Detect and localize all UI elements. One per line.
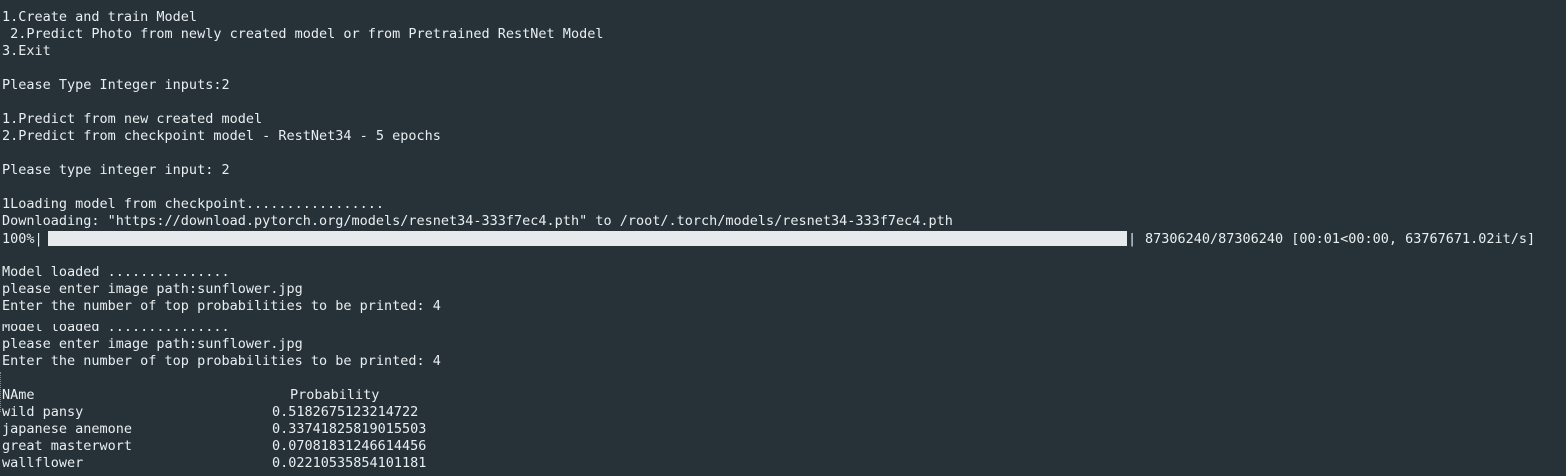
- download-progress-bar: [48, 231, 1127, 246]
- top-k-prompt-repeat: Enter the number of top probabilities to…: [2, 353, 441, 369]
- terminal-window[interactable]: 1.Create and train Model 2.Predict Photo…: [0, 0, 1566, 476]
- flower-name: great masterwort: [2, 438, 133, 454]
- submenu-option-2: 2.Predict from checkpoint model - RestNe…: [2, 128, 441, 144]
- integer-input-prompt-1: Please Type Integer inputs:2: [2, 77, 230, 93]
- progress-stats: 87306240/87306240 [00:01<00:00, 63767671…: [1145, 231, 1536, 247]
- progress-bar-fill: [48, 231, 1127, 246]
- flower-probability: 0.5182675123214722: [272, 404, 419, 420]
- progress-percent: 100%|: [2, 231, 43, 247]
- menu-option-1: 1.Create and train Model: [2, 9, 198, 25]
- image-path-prompt: please enter image path:sunflower.jpg: [2, 281, 303, 297]
- progress-bar-end: |: [1128, 231, 1137, 247]
- model-loaded-message: Model loaded ...............: [2, 264, 230, 280]
- image-path-prompt-repeat: please enter image path:sunflower.jpg: [2, 336, 303, 352]
- flower-probability: 0.33741825819015503: [272, 421, 427, 437]
- flower-name: wild pansy: [2, 404, 84, 420]
- flower-probability: 0.07081831246614456: [272, 438, 427, 454]
- integer-input-prompt-2: Please type integer input: 2: [2, 162, 230, 178]
- flower-name: wallflower: [2, 455, 84, 471]
- header-probability: Probability: [290, 387, 380, 403]
- menu-option-2: 2.Predict Photo from newly created model…: [2, 26, 604, 42]
- header-name: NAme: [2, 387, 35, 403]
- download-message: Downloading: "https://download.pytorch.o…: [2, 213, 953, 229]
- loading-checkpoint-message: 1Loading model from checkpoint..........…: [2, 196, 385, 212]
- submenu-option-1: 1.Predict from new created model: [2, 111, 263, 127]
- flower-name: japanese anemone: [2, 421, 133, 437]
- model-loaded-message-repeat: Model loaded ...............: [2, 319, 230, 335]
- top-k-prompt: Enter the number of top probabilities to…: [2, 298, 441, 314]
- flower-probability: 0.02210535854101181: [272, 455, 427, 471]
- menu-option-3: 3.Exit: [2, 43, 51, 59]
